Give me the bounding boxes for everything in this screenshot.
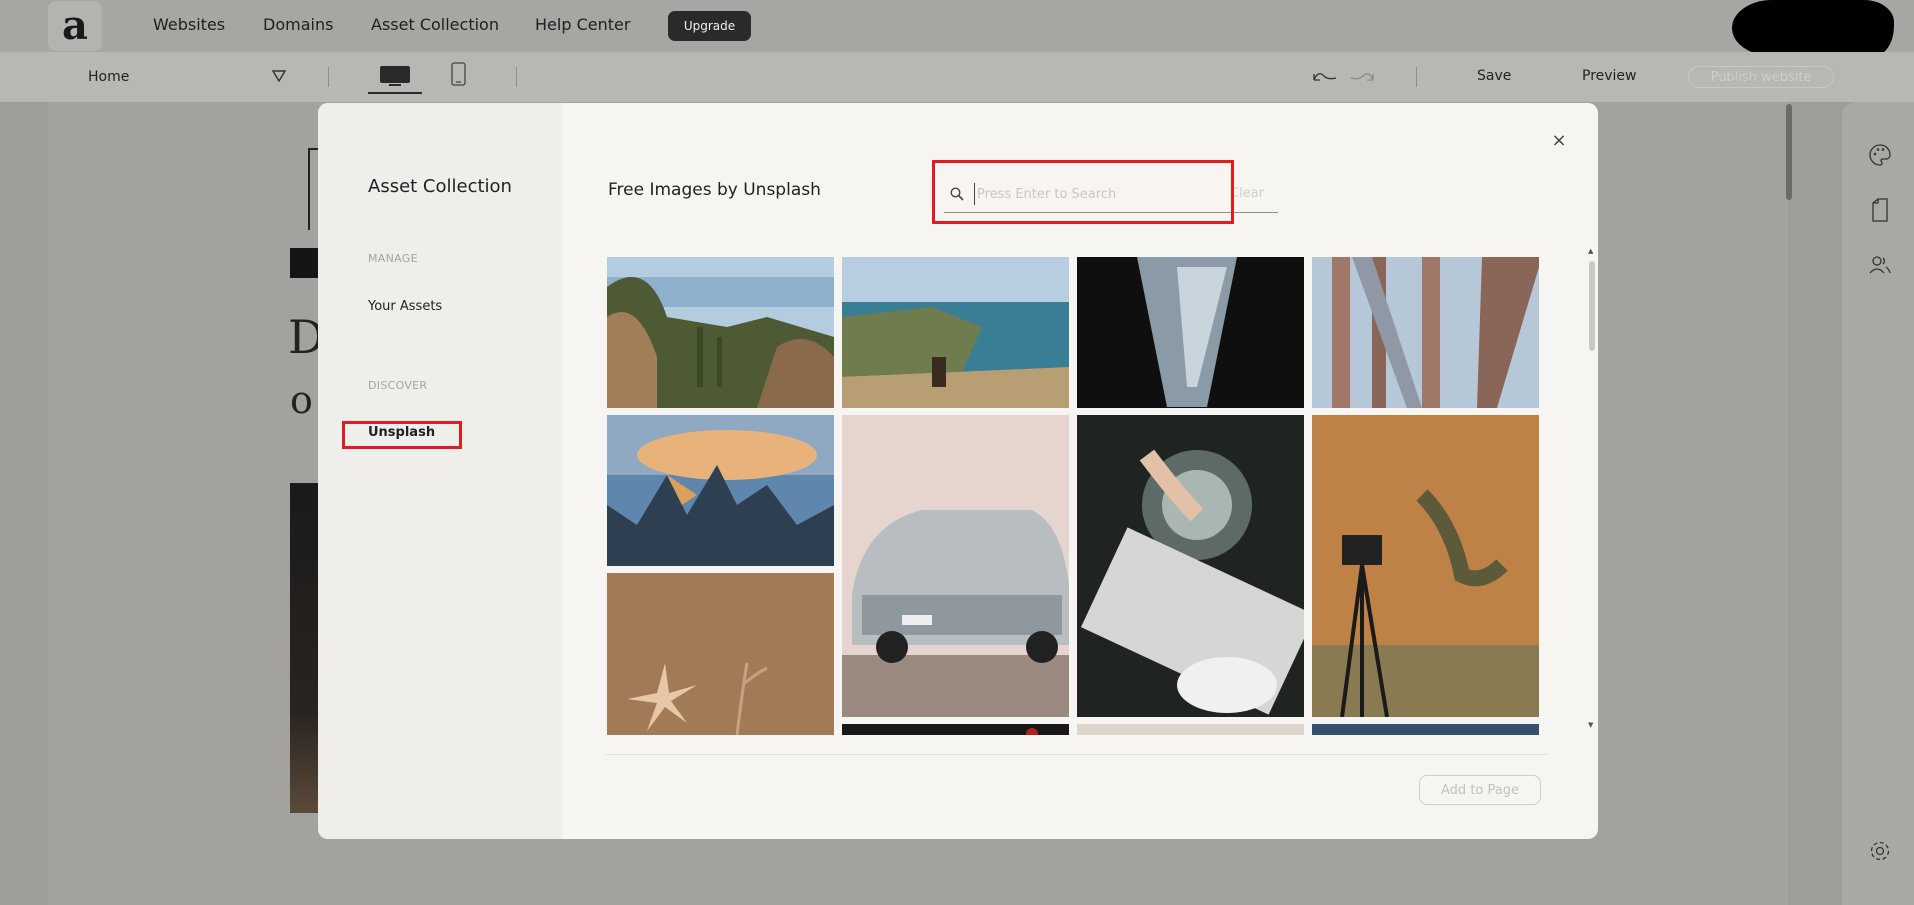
desktop-view-button[interactable] — [368, 60, 422, 94]
canvas-dark-bar — [290, 248, 320, 278]
undo-icon[interactable] — [1312, 68, 1338, 84]
users-icon[interactable] — [1868, 253, 1892, 277]
image-tile[interactable] — [1312, 724, 1539, 735]
vintage-car-image — [842, 415, 1069, 717]
paper-star-image — [607, 573, 834, 735]
sidebar-item-your-assets[interactable]: Your Assets — [368, 299, 442, 314]
image-tile[interactable] — [1312, 257, 1539, 408]
image-grid — [607, 255, 1547, 735]
nav-help-center[interactable]: Help Center — [535, 15, 630, 34]
blue-partial-image — [1312, 724, 1539, 735]
dark-partial-image — [842, 724, 1069, 735]
image-tile[interactable] — [1077, 257, 1304, 408]
clear-search-button[interactable]: Clear — [1230, 186, 1264, 201]
modal-sidebar: Asset Collection MANAGE Your Assets DISC… — [318, 103, 562, 839]
image-tile[interactable] — [842, 724, 1069, 735]
camera-tripod-image — [1312, 415, 1539, 717]
image-tile[interactable] — [842, 257, 1069, 408]
mobile-view-icon[interactable] — [450, 62, 468, 86]
publish-website-button[interactable]: Publish website — [1688, 66, 1834, 88]
nav-domains[interactable]: Domains — [263, 15, 333, 34]
image-tile[interactable] — [1077, 724, 1304, 735]
image-tile[interactable] — [607, 573, 834, 735]
page-select[interactable]: Home — [88, 69, 129, 85]
canvas-scrollbar[interactable] — [1786, 104, 1792, 200]
upgrade-button[interactable]: Upgrade — [668, 11, 751, 41]
desktop-icon — [380, 66, 410, 86]
nav-websites[interactable]: Websites — [153, 15, 225, 34]
section-discover: DISCOVER — [368, 379, 428, 392]
toolbar-divider — [1416, 67, 1417, 87]
save-button[interactable]: Save — [1477, 68, 1511, 84]
canvas-photo — [290, 483, 320, 813]
bridge-beams-image — [1312, 257, 1539, 408]
mountain-peaks-image — [607, 415, 834, 566]
chevron-down-icon[interactable] — [272, 70, 286, 82]
gallery-title: Free Images by Unsplash — [608, 180, 821, 200]
nav-asset-collection[interactable]: Asset Collection — [371, 15, 499, 34]
modal-title: Asset Collection — [368, 176, 512, 197]
console-disassembly-image — [1077, 415, 1304, 717]
canvas-heading-fragment: o — [290, 378, 313, 422]
light-partial-image — [1077, 724, 1304, 735]
asset-collection-modal: Asset Collection MANAGE Your Assets DISC… — [318, 103, 1598, 839]
logo-letter: a — [62, 2, 88, 49]
app-logo[interactable]: a — [48, 1, 102, 51]
coastal-cliffs-image — [842, 257, 1069, 408]
scroll-down-arrow[interactable]: ▼ — [1588, 721, 1593, 729]
building-image — [1077, 257, 1304, 408]
close-icon[interactable]: × — [1551, 132, 1567, 150]
palette-icon[interactable] — [1868, 143, 1892, 167]
highlight-unsplash — [342, 421, 462, 449]
image-tile[interactable] — [1312, 415, 1539, 717]
image-tile[interactable] — [607, 257, 834, 408]
redo-icon[interactable] — [1349, 68, 1375, 84]
account-avatar[interactable] — [1732, 0, 1894, 56]
scroll-up-arrow[interactable]: ▲ — [1588, 247, 1593, 255]
footer-divider — [606, 754, 1548, 755]
image-tile[interactable] — [1077, 415, 1304, 717]
highlight-search — [932, 160, 1234, 224]
preview-button[interactable]: Preview — [1582, 68, 1637, 84]
add-to-page-button[interactable]: Add to Page — [1419, 775, 1541, 805]
gallery-scrollbar[interactable] — [1589, 261, 1595, 351]
page-icon[interactable] — [1868, 198, 1892, 222]
section-manage: MANAGE — [368, 252, 418, 265]
image-tile[interactable] — [607, 415, 834, 566]
toolbar-divider — [516, 67, 517, 87]
right-sidebar — [1842, 102, 1914, 905]
settings-gear-icon[interactable] — [1868, 839, 1892, 863]
toolbar-divider — [328, 67, 329, 87]
desert-cactus-image — [607, 257, 834, 408]
image-tile[interactable] — [842, 415, 1069, 717]
